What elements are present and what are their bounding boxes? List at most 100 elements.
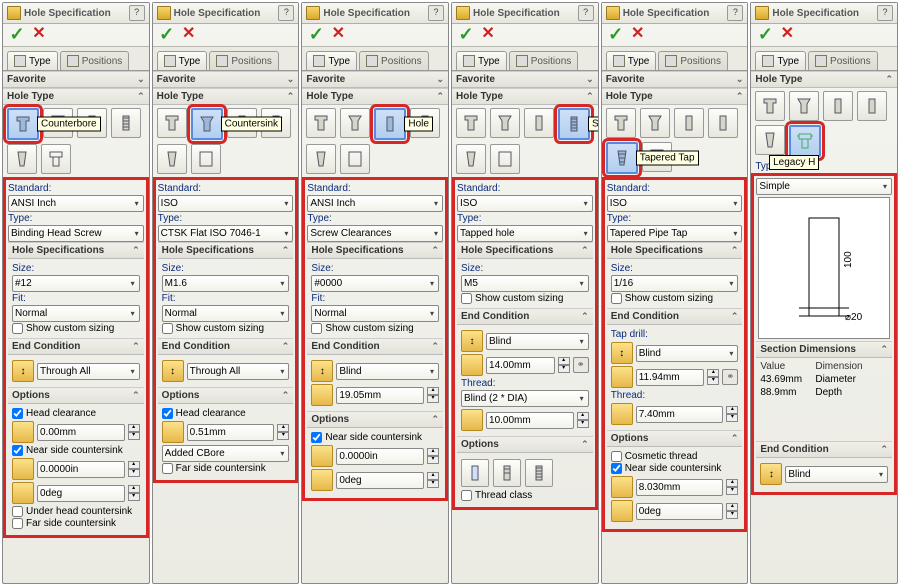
countersink-button[interactable] [490, 108, 520, 138]
help-button[interactable]: ? [727, 5, 743, 21]
option-thread-display-2[interactable] [493, 459, 521, 487]
link-button[interactable]: ⚭ [573, 357, 589, 373]
tapered-tap-button[interactable] [456, 144, 486, 174]
show-custom-sizing-check[interactable] [12, 323, 23, 334]
end-condition-combo[interactable]: Blind▾ [336, 363, 439, 380]
type-combo[interactable]: Tapered Pipe Tap▾ [607, 225, 743, 242]
end-condition-combo[interactable]: Blind▾ [785, 466, 888, 483]
countersink-button[interactable]: Countersink [191, 108, 223, 140]
hole-button[interactable] [524, 108, 554, 138]
section-end-condition[interactable]: End Condition⌃ [8, 338, 144, 355]
tapered-tap-button[interactable] [306, 144, 336, 174]
end-condition-combo[interactable]: Through All▾ [187, 363, 290, 380]
straight-tap-button[interactable] [857, 91, 887, 121]
close-icon[interactable]: ✕ [630, 27, 646, 43]
tab-positions[interactable]: Positions [808, 51, 878, 70]
thread-combo[interactable]: Blind (2 * DIA)▾ [461, 390, 589, 407]
far-side-csk-check[interactable] [12, 518, 23, 529]
straight-tap-button[interactable] [111, 108, 141, 138]
tab-type[interactable]: Type [306, 51, 357, 70]
tab-type[interactable]: Type [157, 51, 208, 70]
type-combo[interactable]: Simple▾ [756, 178, 892, 195]
standard-combo[interactable]: ISO▾ [607, 195, 743, 212]
straight-tap-button[interactable]: Straight Tap [558, 108, 590, 140]
tapered-tap-button[interactable] [755, 125, 785, 155]
tab-type[interactable]: Type [606, 51, 657, 70]
countersink-button[interactable] [640, 108, 670, 138]
tab-positions[interactable]: Positions [60, 51, 130, 70]
standard-combo[interactable]: ISO▾ [158, 195, 294, 212]
countersink-button[interactable] [340, 108, 370, 138]
close-icon[interactable]: ✕ [330, 27, 346, 43]
legacy-button[interactable] [41, 144, 71, 174]
size-combo[interactable]: 1/16▾ [611, 275, 739, 292]
close-icon[interactable]: ✕ [181, 27, 197, 43]
check-icon[interactable]: ✓ [757, 27, 773, 43]
added-cbore-combo[interactable]: Added CBore▾ [162, 445, 290, 462]
tab-type[interactable]: Type [456, 51, 507, 70]
countersink-button[interactable] [789, 91, 819, 121]
check-icon[interactable]: ✓ [308, 27, 324, 43]
tab-positions[interactable]: Positions [209, 51, 279, 70]
option-thread-display-1[interactable] [461, 459, 489, 487]
check-icon[interactable]: ✓ [458, 27, 474, 43]
help-button[interactable]: ? [129, 5, 145, 21]
hole-button[interactable]: Hole [374, 108, 406, 140]
section-hole-specs[interactable]: Hole Specifications⌃ [8, 242, 144, 259]
type-combo[interactable]: Screw Clearances▾ [307, 225, 443, 242]
type-combo[interactable]: Tapped hole▾ [457, 225, 593, 242]
table-row[interactable]: 88.9mmDepth [760, 386, 896, 399]
legacy-button[interactable] [191, 144, 221, 174]
counterbore-button[interactable]: Counterbore [7, 108, 39, 140]
help-button[interactable]: ? [877, 5, 893, 21]
legacy-button[interactable] [490, 144, 520, 174]
type-combo[interactable]: Binding Head Screw▾ [8, 225, 144, 242]
close-icon[interactable]: ✕ [480, 27, 496, 43]
tab-type[interactable]: Type [755, 51, 806, 70]
close-icon[interactable]: ✕ [779, 27, 795, 43]
section-favorite[interactable]: Favorite⌄ [3, 71, 149, 88]
check-icon[interactable]: ✓ [9, 27, 25, 43]
tap-drill-combo[interactable]: Blind▾ [636, 345, 739, 362]
help-button[interactable]: ? [278, 5, 294, 21]
hole-button[interactable] [674, 108, 704, 138]
fit-combo[interactable]: Normal▾ [162, 305, 290, 322]
head-clearance-check[interactable] [12, 408, 23, 419]
hole-button[interactable] [823, 91, 853, 121]
help-button[interactable]: ? [578, 5, 594, 21]
help-button[interactable]: ? [428, 5, 444, 21]
type-combo[interactable]: CTSK Flat ISO 7046-1▾ [158, 225, 294, 242]
tapered-tap-button[interactable]: Tapered Tap [606, 142, 638, 174]
legacy-button[interactable]: Legacy H [789, 125, 821, 157]
counterbore-button[interactable] [306, 108, 336, 138]
standard-combo[interactable]: ISO▾ [457, 195, 593, 212]
under-head-csk-check[interactable] [12, 506, 23, 517]
tab-positions[interactable]: Positions [359, 51, 429, 70]
standard-combo[interactable]: ANSI Inch▾ [307, 195, 443, 212]
counterbore-button[interactable] [755, 91, 785, 121]
counterbore-button[interactable] [606, 108, 636, 138]
size-combo[interactable]: M1.6▾ [162, 275, 290, 292]
tab-positions[interactable]: Positions [509, 51, 579, 70]
section-options[interactable]: Options⌃ [8, 387, 144, 404]
counterbore-button[interactable] [456, 108, 486, 138]
link-button[interactable]: ⚭ [722, 369, 738, 385]
check-icon[interactable]: ✓ [159, 27, 175, 43]
check-icon[interactable]: ✓ [608, 27, 624, 43]
fit-combo[interactable]: Normal▾ [12, 305, 140, 322]
size-combo[interactable]: #12▾ [12, 275, 140, 292]
counterbore-button[interactable] [157, 108, 187, 138]
straight-tap-button[interactable] [708, 108, 738, 138]
table-row[interactable]: 43.69mmDiameter [760, 373, 896, 386]
size-combo[interactable]: #0000▾ [311, 275, 439, 292]
section-hole-type[interactable]: Hole Type⌃ [3, 88, 149, 105]
close-icon[interactable]: ✕ [31, 27, 47, 43]
option-thread-display-3[interactable] [525, 459, 553, 487]
near-side-csk-check[interactable] [12, 445, 23, 456]
end-condition-combo[interactable]: Through All▾ [37, 363, 140, 380]
tapered-tap-button[interactable] [157, 144, 187, 174]
tapered-tap-button[interactable] [7, 144, 37, 174]
end-condition-combo[interactable]: Blind▾ [486, 333, 589, 350]
tab-type[interactable]: Type [7, 51, 58, 70]
fit-combo[interactable]: Normal▾ [311, 305, 439, 322]
